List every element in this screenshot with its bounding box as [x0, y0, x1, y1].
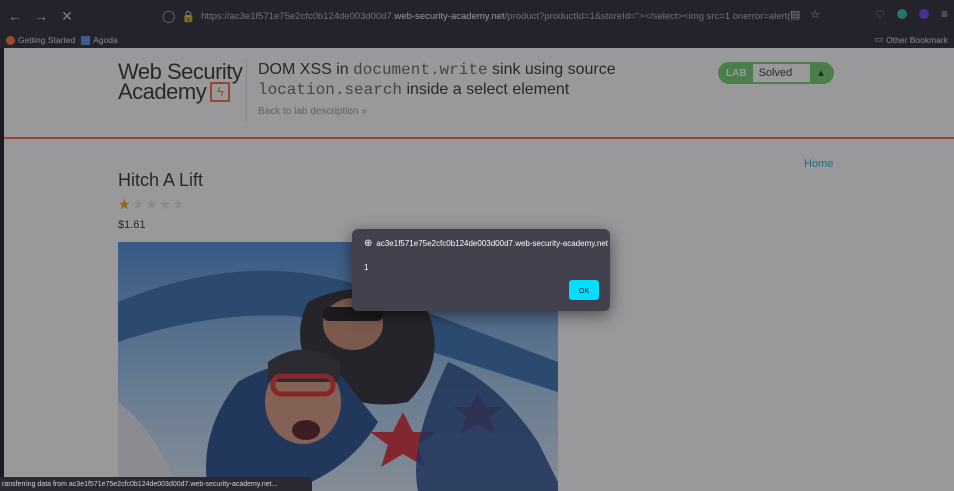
dialog-origin: ⊕ ac3e1f571e75e2cfc0b124de003d00d7.web-s… — [364, 238, 608, 249]
dialog-message: 1 — [364, 263, 369, 272]
globe-icon: ⊕ — [364, 238, 373, 249]
ok-button[interactable]: OK — [569, 280, 599, 300]
status-bar: ransferring data from ac3e1f571e75e2cfc0… — [0, 477, 312, 491]
alert-dialog: ⊕ ac3e1f571e75e2cfc0b124de003d00d7.web-s… — [352, 229, 610, 311]
